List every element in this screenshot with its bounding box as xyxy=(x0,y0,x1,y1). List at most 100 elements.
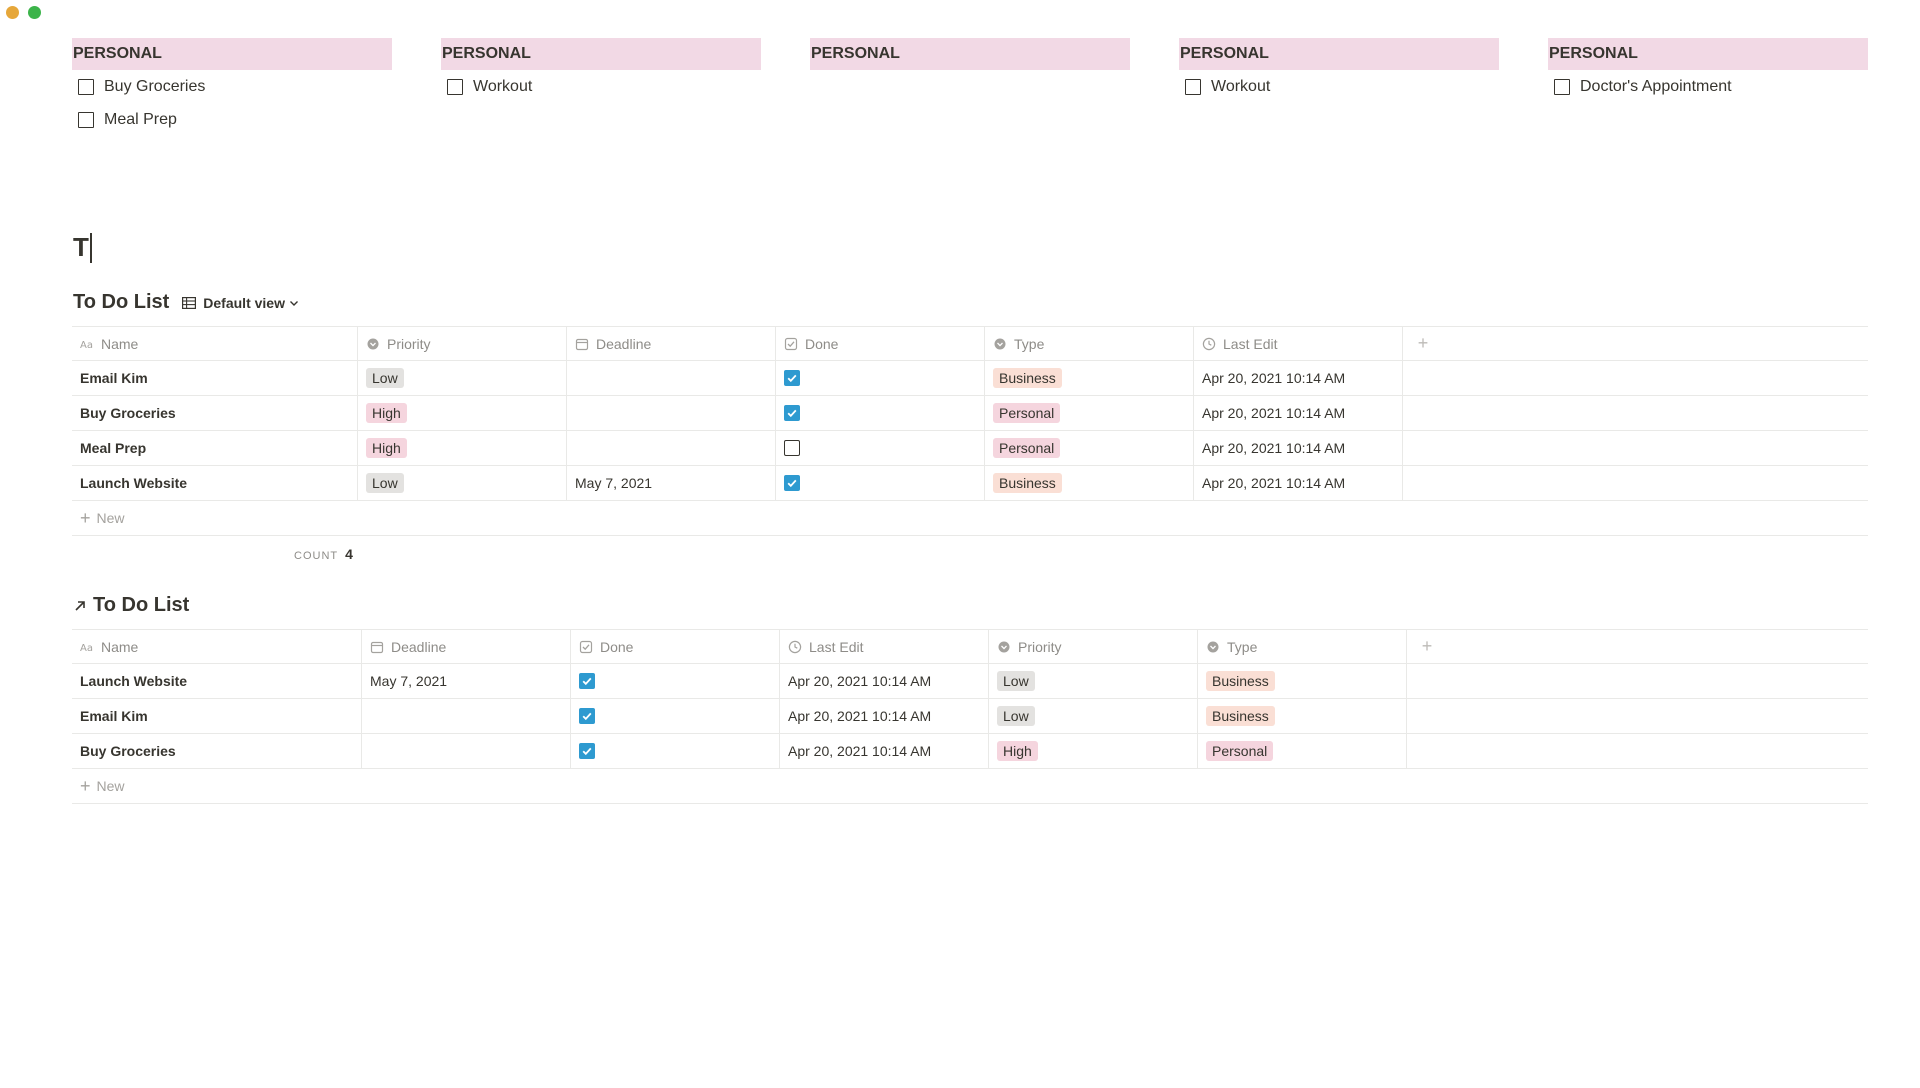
column-header-label: Priority xyxy=(387,335,431,352)
column-header-label: Type xyxy=(1227,638,1258,655)
column-header-last-edit[interactable]: Last Edit xyxy=(1194,327,1403,360)
cell-priority[interactable]: High xyxy=(358,396,567,430)
database-title[interactable]: To Do List xyxy=(73,291,169,314)
cell-type[interactable]: Business xyxy=(985,361,1194,395)
table-row[interactable]: Meal Prep High Personal Apr 20, 2021 10:… xyxy=(72,431,1868,466)
view-selector[interactable]: Default view xyxy=(182,295,300,311)
cell-deadline[interactable]: May 7, 2021 xyxy=(362,664,571,698)
cell-done[interactable] xyxy=(571,699,780,733)
board-card[interactable]: Meal Prep xyxy=(72,103,392,136)
column-header-deadline[interactable]: Deadline xyxy=(362,630,571,663)
cell-type[interactable]: Personal xyxy=(985,431,1194,465)
table-row[interactable]: Email Kim Low Business Apr 20, 2021 10:1… xyxy=(72,361,1868,396)
column-header-priority[interactable]: Priority xyxy=(989,630,1198,663)
add-new-row-button[interactable]: + New xyxy=(72,769,1868,804)
card-checkbox[interactable] xyxy=(78,111,94,128)
cell-type[interactable]: Business xyxy=(985,466,1194,500)
done-checkbox[interactable] xyxy=(579,708,595,724)
card-checkbox[interactable] xyxy=(1554,78,1570,95)
cell-done[interactable] xyxy=(776,361,985,395)
column-header-name[interactable]: Aa Name xyxy=(72,327,358,360)
cell-priority[interactable]: High xyxy=(989,734,1198,768)
linked-database-title[interactable]: To Do List xyxy=(93,594,189,617)
card-checkbox[interactable] xyxy=(447,78,463,95)
cell-done[interactable] xyxy=(571,664,780,698)
done-checkbox[interactable] xyxy=(579,673,595,689)
add-property-button[interactable]: + xyxy=(1407,630,1447,663)
board-card[interactable]: Doctor's Appointment xyxy=(1548,70,1868,103)
table-row[interactable]: Buy Groceries Apr 20, 2021 10:14 AM High… xyxy=(72,734,1868,769)
column-header-done[interactable]: Done xyxy=(571,630,780,663)
done-checkbox[interactable] xyxy=(784,405,800,421)
cell-deadline[interactable]: May 7, 2021 xyxy=(567,466,776,500)
board-card[interactable]: Workout xyxy=(1179,70,1499,103)
heading-block[interactable]: T xyxy=(73,232,92,263)
card-checkbox[interactable] xyxy=(1185,78,1201,95)
cell-done[interactable] xyxy=(776,396,985,430)
column-header-type[interactable]: Type xyxy=(1198,630,1407,663)
board-column-header[interactable]: PERSONAL xyxy=(72,38,392,70)
cell-priority[interactable]: High xyxy=(358,431,567,465)
card-checkbox[interactable] xyxy=(78,78,94,95)
priority-tag: Low xyxy=(366,368,404,388)
done-checkbox[interactable] xyxy=(784,440,800,456)
cell-last-edit: Apr 20, 2021 10:14 AM xyxy=(1194,431,1403,465)
cell-name[interactable]: Meal Prep xyxy=(72,431,358,465)
board-column-header[interactable]: PERSONAL xyxy=(1548,38,1868,70)
cell-deadline[interactable] xyxy=(567,361,776,395)
cell-done[interactable] xyxy=(776,431,985,465)
column-header-type[interactable]: Type xyxy=(985,327,1194,360)
cell-name[interactable]: Launch Website xyxy=(72,664,362,698)
text-cursor xyxy=(89,232,92,263)
cell-name[interactable]: Buy Groceries xyxy=(72,734,362,768)
cell-priority[interactable]: Low xyxy=(358,466,567,500)
cell-name[interactable]: Launch Website xyxy=(72,466,358,500)
cell-name[interactable]: Buy Groceries xyxy=(72,396,358,430)
column-header-done[interactable]: Done xyxy=(776,327,985,360)
table-row[interactable]: Launch Website May 7, 2021 Apr 20, 2021 … xyxy=(72,664,1868,699)
add-property-button[interactable]: + xyxy=(1403,327,1443,360)
table-row[interactable]: Launch Website Low May 7, 2021 Business … xyxy=(72,466,1868,501)
cell-type[interactable]: Personal xyxy=(1198,734,1407,768)
table-row[interactable]: Email Kim Apr 20, 2021 10:14 AM Low Busi… xyxy=(72,699,1868,734)
cell-deadline[interactable] xyxy=(567,431,776,465)
add-new-row-button[interactable]: + New xyxy=(72,501,1868,536)
plus-icon: + xyxy=(80,507,91,528)
board-column: PERSONAL Workout xyxy=(441,38,761,103)
cell-priority[interactable]: Low xyxy=(989,664,1198,698)
done-checkbox[interactable] xyxy=(784,370,800,386)
board-column-header[interactable]: PERSONAL xyxy=(441,38,761,70)
cell-last-edit: Apr 20, 2021 10:14 AM xyxy=(1194,466,1403,500)
done-checkbox[interactable] xyxy=(784,475,800,491)
board-card[interactable]: Workout xyxy=(441,70,761,103)
maximize-window-button[interactable] xyxy=(28,6,41,19)
cell-deadline[interactable] xyxy=(362,699,571,733)
column-header-name[interactable]: Aa Name xyxy=(72,630,362,663)
cell-name[interactable]: Email Kim xyxy=(72,361,358,395)
board-card[interactable]: Buy Groceries xyxy=(72,70,392,103)
column-header-priority[interactable]: Priority xyxy=(358,327,567,360)
cell-done[interactable] xyxy=(571,734,780,768)
cell-deadline[interactable] xyxy=(362,734,571,768)
column-header-label: Last Edit xyxy=(1223,335,1278,352)
minimize-window-button[interactable] xyxy=(6,6,19,19)
cell-type[interactable]: Personal xyxy=(985,396,1194,430)
column-header-last-edit[interactable]: Last Edit xyxy=(780,630,989,663)
column-header-label: Done xyxy=(805,335,839,352)
type-tag: Personal xyxy=(993,438,1061,458)
cell-name[interactable]: Email Kim xyxy=(72,699,362,733)
cell-deadline[interactable] xyxy=(567,396,776,430)
type-tag: Business xyxy=(993,368,1062,388)
table-row[interactable]: Buy Groceries High Personal Apr 20, 2021… xyxy=(72,396,1868,431)
cell-type[interactable]: Business xyxy=(1198,699,1407,733)
cell-type[interactable]: Business xyxy=(1198,664,1407,698)
cell-priority[interactable]: Low xyxy=(358,361,567,395)
cell-done[interactable] xyxy=(776,466,985,500)
board-column-header[interactable]: PERSONAL xyxy=(1179,38,1499,70)
count-summary[interactable]: COUNT 4 xyxy=(294,546,353,562)
done-checkbox[interactable] xyxy=(579,743,595,759)
board-column-header[interactable]: PERSONAL xyxy=(810,38,1130,70)
checkmark-icon xyxy=(582,677,592,686)
column-header-deadline[interactable]: Deadline xyxy=(567,327,776,360)
cell-priority[interactable]: Low xyxy=(989,699,1198,733)
